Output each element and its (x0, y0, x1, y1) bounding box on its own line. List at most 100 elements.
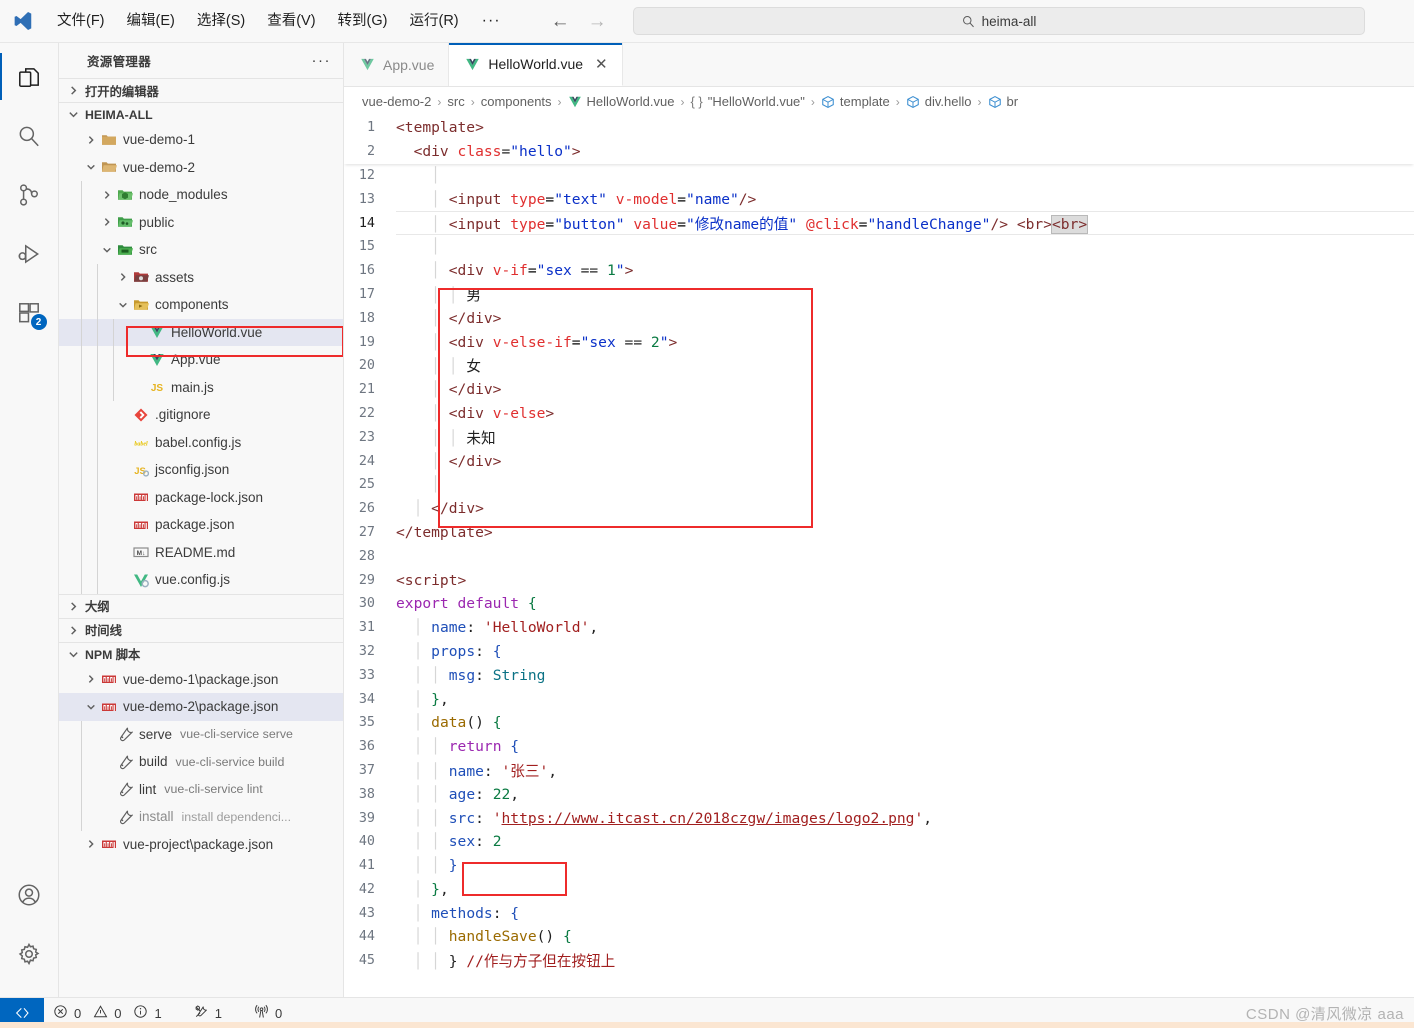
code-line-text: <div class="hello"> (413, 143, 581, 161)
tree-item-vue-demo-1[interactable]: vue-demo-1 (59, 126, 343, 154)
menu-go[interactable]: 转到(G) (327, 7, 399, 35)
menu-view[interactable]: 查看(V) (256, 7, 326, 35)
code-line: 33 │ │ msg: String (344, 663, 1414, 687)
code-line: 45 │ │ } //作与方子但在按钮上 (344, 949, 1414, 973)
tree-item-helloworld-vue[interactable]: HelloWorld.vue (59, 318, 343, 346)
breadcrumb-label: vue-demo-2 (362, 94, 432, 109)
tab-app-vue[interactable]: App.vue (344, 43, 450, 86)
activity-settings-gear[interactable] (0, 924, 59, 983)
editor-area: App.vue HelloWorld.vue ✕ vue-demo-2 › src ›… (344, 43, 1414, 997)
activity-extensions[interactable]: 2 (0, 283, 59, 342)
sticky-code-line: 1 <template> (344, 116, 1414, 140)
close-icon[interactable]: ✕ (595, 57, 608, 72)
vscode-window: 文件(F) 编辑(E) 选择(S) 查看(V) 转到(G) 运行(R) ··· … (0, 0, 1414, 1028)
tree-item-assets[interactable]: assets (59, 263, 343, 291)
menu-selection[interactable]: 选择(S) (186, 7, 256, 35)
line-number: 25 (358, 477, 375, 493)
breadcrumb-item-helloworld-vue[interactable]: HelloWorld.vue (568, 94, 674, 109)
folder-open-icon (98, 159, 120, 175)
code-line-text: │ name: 'HelloWorld', (413, 619, 599, 637)
tree-item-public[interactable]: public (59, 208, 343, 236)
command-center-search[interactable]: heima-all (633, 7, 1365, 35)
code-line: 16 │ <div v-if="sex == 1"> (344, 259, 1414, 283)
indent-guide (81, 236, 82, 264)
breadcrumb-item-br[interactable]: br (988, 94, 1019, 109)
tree-item-main-js[interactable]: JS main.js (59, 373, 343, 401)
tree-item-vue-config-js[interactable]: vue.config.js (59, 566, 343, 594)
tree-item-vue-demo-2-package-json[interactable]: vue-demo-2\package.json (59, 693, 343, 721)
tree-item-vue-demo-1-package-json[interactable]: vue-demo-1\package.json (59, 666, 343, 694)
breadcrumb-item-div-hello[interactable]: div.hello (906, 94, 972, 109)
section-open-editors[interactable]: 打开的编辑器 (59, 78, 343, 102)
activity-search[interactable] (0, 106, 59, 165)
tree-item-gitignore[interactable]: .gitignore (59, 401, 343, 429)
sidebar-more-actions-icon[interactable]: ··· (312, 53, 332, 68)
menu-more-button[interactable]: ··· (470, 10, 513, 32)
tree-item-serve[interactable]: serve vue-cli-service serve (59, 720, 343, 748)
public-folder-icon (114, 214, 136, 230)
tab-helloworld-vue[interactable]: HelloWorld.vue ✕ (449, 43, 623, 86)
tree-item-node-modules[interactable]: node_modules (59, 181, 343, 209)
wrench-icon (114, 754, 136, 770)
info-count: 1 (154, 1005, 162, 1021)
indent-guide (81, 346, 82, 374)
tree-item-vue-project-package-json[interactable]: vue-project\package.json (59, 831, 343, 859)
code-editor[interactable]: 10 │ <input type="button" value="保存" v-o… (344, 116, 1414, 997)
line-number: 12 (358, 167, 375, 183)
tree-item-app-vue[interactable]: App.vue (59, 346, 343, 374)
tree-item-jsconfig-json[interactable]: JS jsconfig.json (59, 456, 343, 484)
menu-edit[interactable]: 编辑(E) (116, 7, 186, 35)
indent-guide (81, 181, 82, 209)
tree-item-install[interactable]: install install dependenci... (59, 803, 343, 831)
tree-item-src[interactable]: src (59, 236, 343, 264)
breadcrumb-item-helloworld-vue[interactable]: { } "HelloWorld.vue" (690, 94, 804, 109)
tree-item-package-json[interactable]: package.json (59, 511, 343, 539)
tree-item-build[interactable]: build vue-cli-service build (59, 748, 343, 776)
breadcrumb-item-components[interactable]: components (481, 94, 552, 109)
tree-item-label: jsconfig.json (155, 462, 230, 478)
activity-explorer[interactable] (0, 47, 59, 106)
indent-guide (97, 511, 98, 539)
breadcrumb-item-src[interactable]: src (447, 94, 464, 109)
tree-item-lint[interactable]: lint vue-cli-service lint (59, 775, 343, 803)
section-timeline[interactable]: 时间线 (59, 617, 343, 642)
activity-source-control[interactable] (0, 165, 59, 224)
section-npm-scripts[interactable]: NPM 脚本 (59, 641, 343, 666)
line-number: 16 (358, 263, 375, 279)
section-outline[interactable]: 大纲 (59, 593, 343, 618)
line-number: 36 (358, 739, 375, 755)
tree-item-components[interactable]: components (59, 291, 343, 319)
search-icon (962, 15, 975, 28)
tree-item-label: vue-project\package.json (123, 836, 274, 852)
go-back-icon[interactable]: ← (551, 12, 570, 31)
breadcrumb-label: div.hello (924, 94, 972, 109)
tree-item-babel-config-js[interactable]: babel babel.config.js (59, 428, 343, 456)
menu-file[interactable]: 文件(F) (46, 7, 116, 35)
menu-run[interactable]: 运行(R) (398, 7, 469, 35)
breadcrumb-item-template[interactable]: template (821, 94, 890, 109)
activity-run-debug[interactable] (0, 224, 59, 283)
go-forward-icon[interactable]: → (588, 12, 607, 31)
breadcrumb-separator: › (557, 94, 562, 109)
tree-item-package-lock-json[interactable]: package-lock.json (59, 483, 343, 511)
page-bottom-edge (0, 1022, 1414, 1028)
tree-item-label: assets (155, 269, 195, 285)
info-icon (133, 1004, 148, 1022)
breadcrumb-item-vue-demo-2[interactable]: vue-demo-2 (362, 94, 431, 109)
breadcrumb-label: br (1006, 94, 1019, 109)
activity-accounts[interactable] (0, 865, 59, 924)
tree-item-readme-md[interactable]: M↓ README.md (59, 538, 343, 566)
section-heima-all[interactable]: HEIMA-ALL (59, 102, 343, 126)
breadcrumb-separator: › (470, 94, 475, 109)
src-folder-icon (114, 242, 136, 258)
indent-guide (97, 483, 98, 511)
code-line-text: <script> (396, 571, 467, 589)
tab-helloworld-vue-label: HelloWorld.vue (488, 56, 584, 72)
tree-item-vue-demo-2[interactable]: vue-demo-2 (59, 154, 343, 182)
code-line: 37 │ │ name: '张三', (344, 759, 1414, 783)
tab-app-vue-label: App.vue (383, 56, 435, 73)
section-npm-scripts-label: NPM 脚本 (85, 648, 141, 662)
code-line-text: │ │ } (413, 857, 458, 875)
line-number: 31 (358, 620, 375, 636)
indent-guide (97, 263, 98, 291)
